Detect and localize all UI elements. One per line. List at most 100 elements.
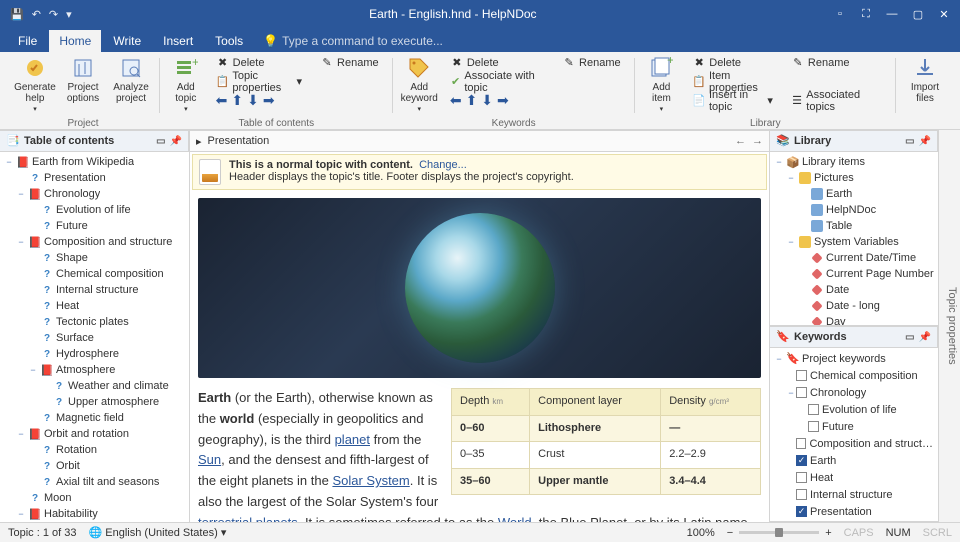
breadcrumb-item[interactable]: Presentation bbox=[208, 135, 270, 147]
keyword-item[interactable]: ✓Presentation bbox=[770, 503, 938, 520]
link-sun[interactable]: Sun bbox=[198, 452, 221, 467]
tree-item[interactable]: ?Heat bbox=[0, 298, 189, 314]
status-language[interactable]: 🌐 English (United States) ▾ bbox=[89, 526, 227, 539]
toc-rename-button[interactable]: ✎Rename bbox=[316, 54, 383, 71]
move-up-icon[interactable]: ⬆ bbox=[466, 92, 478, 109]
analyze-project-button[interactable]: Analyze project bbox=[108, 54, 154, 106]
link-solar-system[interactable]: Solar System bbox=[332, 473, 409, 488]
tree-item[interactable]: ?Orbit bbox=[0, 458, 189, 474]
panel-pin-icon[interactable]: 📌 bbox=[919, 332, 931, 343]
move-right-icon[interactable]: ➡ bbox=[263, 92, 275, 109]
minimize-icon[interactable]: — bbox=[884, 8, 900, 21]
generate-help-button[interactable]: Generate help▾ bbox=[12, 54, 58, 117]
topic-content[interactable]: Depth kmComponent layerDensity g/cm³ 0–6… bbox=[190, 192, 769, 522]
tree-item[interactable]: ?Magnetic field bbox=[0, 410, 189, 426]
status-zoom-value[interactable]: 100% bbox=[687, 527, 715, 539]
undo-icon[interactable]: ↶ bbox=[32, 8, 41, 21]
tree-item[interactable]: ?Upper atmosphere bbox=[0, 394, 189, 410]
topic-properties-tab[interactable]: Topic properties bbox=[938, 130, 960, 522]
tree-item[interactable]: ?Moon bbox=[0, 490, 189, 506]
tree-item[interactable]: −📕Atmosphere bbox=[0, 362, 189, 378]
panel-pin-icon[interactable]: 📌 bbox=[919, 136, 931, 147]
tree-item[interactable]: ?Hydrosphere bbox=[0, 346, 189, 362]
tree-item[interactable]: ?Future bbox=[0, 218, 189, 234]
tree-item[interactable]: Current Date/Time bbox=[770, 250, 938, 266]
tree-item[interactable]: Date bbox=[770, 282, 938, 298]
zoom-control[interactable]: −+ bbox=[727, 527, 832, 539]
tree-item[interactable]: −📕Composition and structure bbox=[0, 234, 189, 250]
tree-item[interactable]: Earth bbox=[770, 186, 938, 202]
lib-insert-button[interactable]: 📄Insert in topic ▾ bbox=[688, 92, 777, 109]
tree-item[interactable]: −📦Library items bbox=[770, 154, 938, 170]
toc-delete-button[interactable]: ✖Delete bbox=[212, 54, 306, 71]
keywords-tree[interactable]: −🔖Project keywordsChemical composition−C… bbox=[770, 348, 938, 521]
tree-item[interactable]: Day bbox=[770, 314, 938, 325]
move-left-icon[interactable]: ⬅ bbox=[450, 92, 462, 109]
move-up-icon[interactable]: ⬆ bbox=[231, 92, 243, 109]
kw-rename-button[interactable]: ✎Rename bbox=[558, 54, 625, 71]
tree-item[interactable]: Current Page Number bbox=[770, 266, 938, 282]
move-down-icon[interactable]: ⬇ bbox=[247, 92, 259, 109]
tree-item[interactable]: −📕Chronology bbox=[0, 186, 189, 202]
move-down-icon[interactable]: ⬇ bbox=[481, 92, 493, 109]
link-terrestrial[interactable]: terrestrial planets bbox=[198, 515, 298, 522]
tree-item[interactable]: −System Variables bbox=[770, 234, 938, 250]
tree-item[interactable]: HelpNDoc bbox=[770, 202, 938, 218]
tab-file[interactable]: File bbox=[8, 30, 47, 52]
lib-properties-button[interactable]: 📋Item properties bbox=[688, 73, 777, 90]
panel-max-icon[interactable]: ▭ bbox=[156, 136, 165, 147]
keyword-item[interactable]: Heat bbox=[770, 469, 938, 486]
tree-item[interactable]: ?Shape bbox=[0, 250, 189, 266]
link-world[interactable]: World bbox=[498, 515, 532, 522]
tree-item[interactable]: Table bbox=[770, 218, 938, 234]
tree-item[interactable]: −📕Earth from Wikipedia bbox=[0, 154, 189, 170]
ribbon-options-icon[interactable]: ▫ bbox=[832, 8, 848, 21]
add-topic-button[interactable]: +Add topic▾ bbox=[166, 54, 206, 117]
tab-tools[interactable]: Tools bbox=[205, 30, 253, 52]
tree-item[interactable]: ?Internal structure bbox=[0, 282, 189, 298]
panel-max-icon[interactable]: ▭ bbox=[905, 332, 914, 343]
nav-back-icon[interactable]: ← bbox=[735, 135, 746, 147]
keyword-item[interactable]: Evolution of life bbox=[770, 401, 938, 418]
tree-item[interactable]: Date - long bbox=[770, 298, 938, 314]
panel-max-icon[interactable]: ▭ bbox=[905, 136, 914, 147]
lib-delete-button[interactable]: ✖Delete bbox=[688, 54, 777, 71]
kw-delete-button[interactable]: ✖Delete bbox=[446, 54, 548, 71]
keyword-item[interactable]: Shape bbox=[770, 520, 938, 521]
tree-item[interactable]: ?Tectonic plates bbox=[0, 314, 189, 330]
redo-icon[interactable]: ↷ bbox=[49, 8, 58, 21]
panel-pin-icon[interactable]: 📌 bbox=[170, 136, 182, 147]
keyword-item[interactable]: Composition and structure bbox=[770, 435, 938, 452]
tree-item[interactable]: −📕Habitability bbox=[0, 506, 189, 522]
add-item-button[interactable]: +Add item▾ bbox=[641, 54, 683, 117]
nav-fwd-icon[interactable]: → bbox=[752, 135, 763, 147]
keyword-item[interactable]: −Chronology bbox=[770, 384, 938, 401]
fullscreen-icon[interactable]: ⛶ bbox=[858, 8, 874, 21]
close-icon[interactable]: ✕ bbox=[936, 8, 952, 21]
tree-item[interactable]: ?Weather and climate bbox=[0, 378, 189, 394]
change-link[interactable]: Change... bbox=[419, 159, 467, 171]
lib-rename-button[interactable]: ✎Rename bbox=[787, 54, 886, 71]
toc-tree[interactable]: −📕Earth from Wikipedia?Presentation−📕Chr… bbox=[0, 152, 189, 522]
tree-item[interactable]: −📕Orbit and rotation bbox=[0, 426, 189, 442]
maximize-icon[interactable]: ▢ bbox=[910, 8, 926, 21]
kw-associate-button[interactable]: ✔Associate with topic bbox=[446, 73, 548, 90]
add-keyword-button[interactable]: Add keyword▾ bbox=[399, 54, 440, 117]
tree-item[interactable]: ?Surface bbox=[0, 330, 189, 346]
tab-insert[interactable]: Insert bbox=[153, 30, 203, 52]
tree-item[interactable]: ?Chemical composition bbox=[0, 266, 189, 282]
tab-write[interactable]: Write bbox=[103, 30, 151, 52]
tab-home[interactable]: Home bbox=[49, 30, 101, 52]
tree-item[interactable]: −Pictures bbox=[770, 170, 938, 186]
keyword-item[interactable]: −🔖Project keywords bbox=[770, 350, 938, 367]
move-left-icon[interactable]: ⬅ bbox=[216, 92, 228, 109]
keyword-item[interactable]: Internal structure bbox=[770, 486, 938, 503]
link-planet[interactable]: planet bbox=[335, 432, 370, 447]
library-tree[interactable]: −📦Library items−PicturesEarthHelpNDocTab… bbox=[770, 152, 938, 325]
tree-item[interactable]: ?Axial tilt and seasons bbox=[0, 474, 189, 490]
toc-properties-button[interactable]: 📋Topic properties ▾ bbox=[212, 73, 306, 90]
tell-me-box[interactable]: 💡Type a command to execute... bbox=[255, 30, 451, 52]
lib-assoc-button[interactable]: ☰Associated topics bbox=[787, 92, 886, 109]
breadcrumb-expand-icon[interactable]: ▸ bbox=[196, 135, 202, 148]
project-options-button[interactable]: Project options bbox=[60, 54, 106, 106]
